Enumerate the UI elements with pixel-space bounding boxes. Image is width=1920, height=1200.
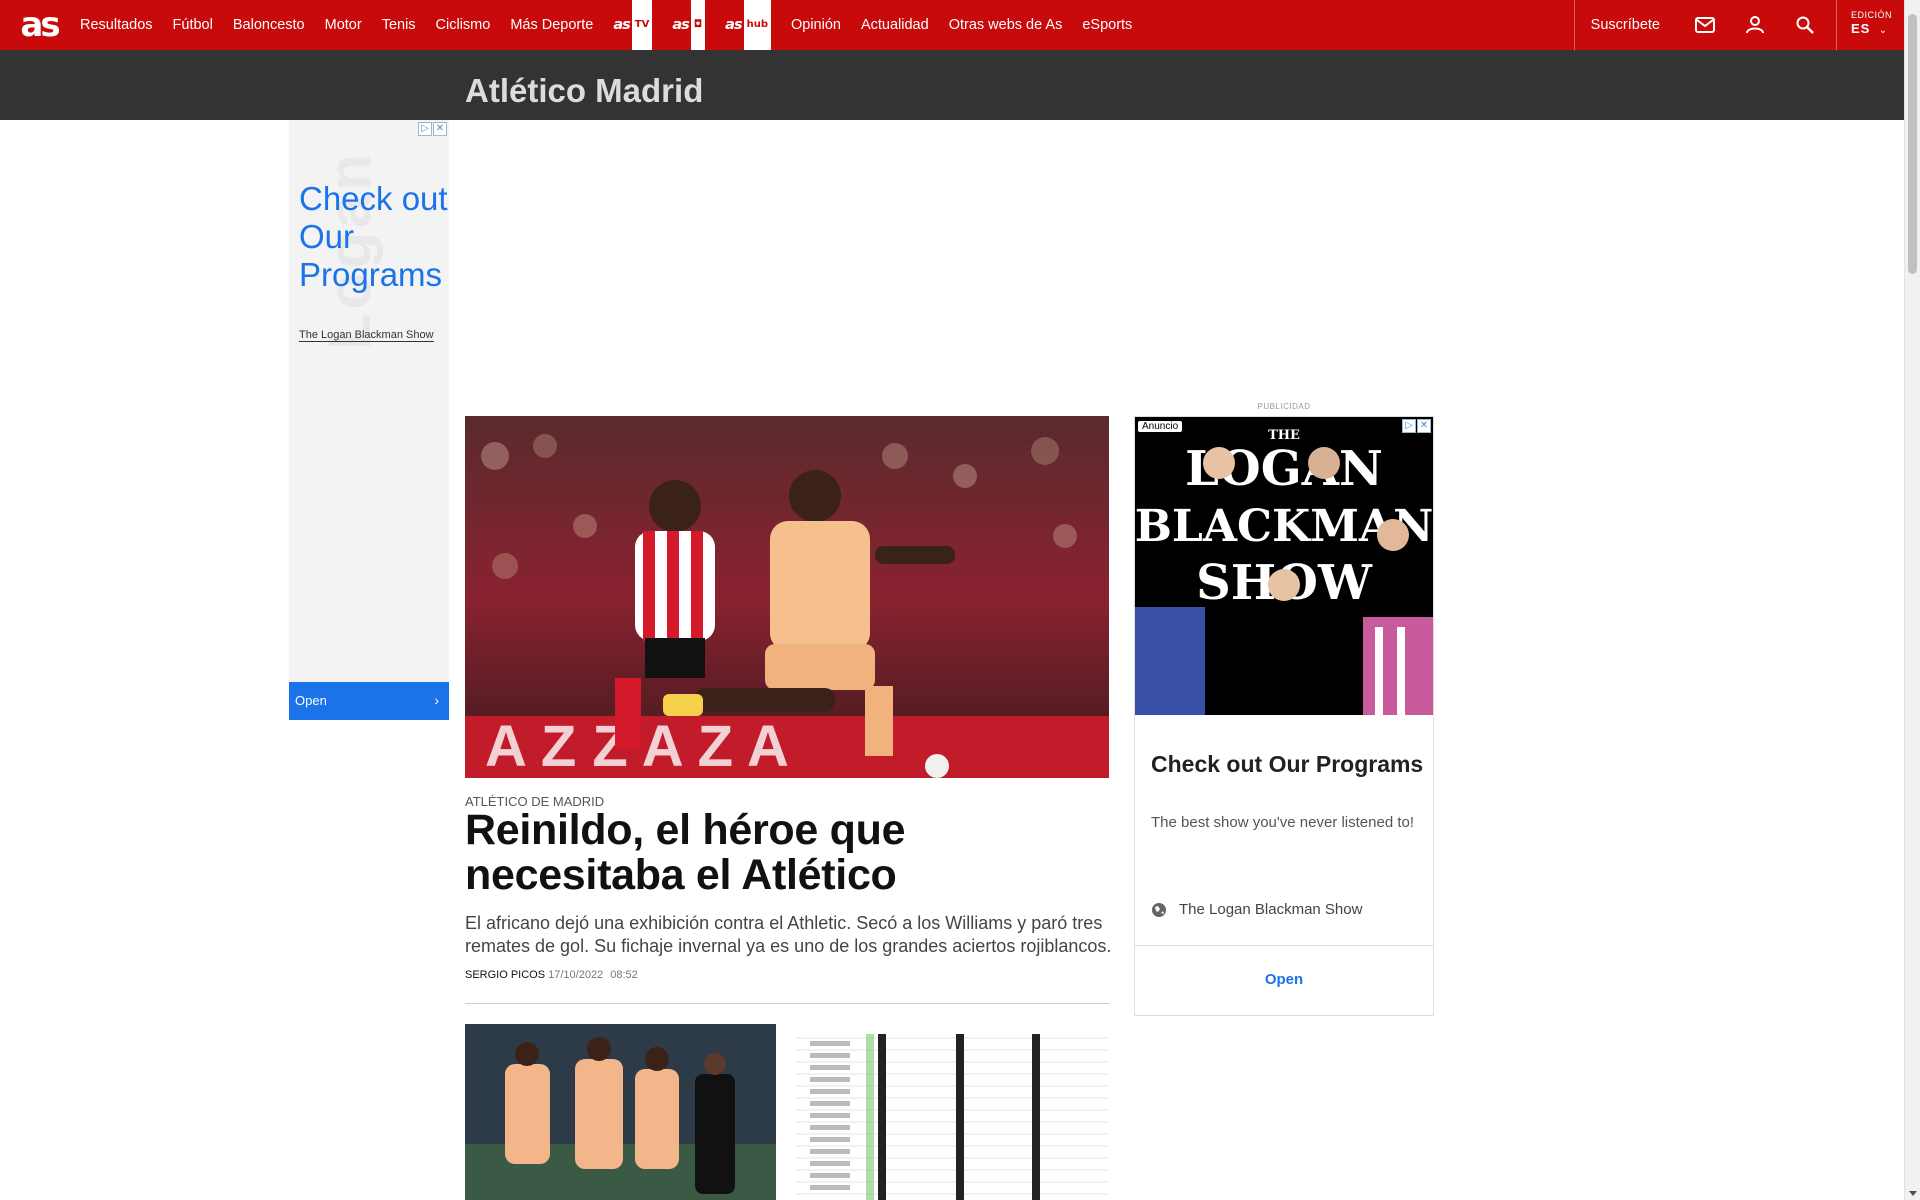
- edition-selector[interactable]: EDICIÓN ES ⌄: [1836, 0, 1904, 50]
- as-tv-tag: TV: [631, 0, 653, 51]
- article-time: 08:52: [610, 969, 638, 981]
- as-hub-text: as: [725, 17, 742, 33]
- article-headline[interactable]: Reinildo, el héroe que necesitaba el Atl…: [465, 808, 1115, 898]
- chevron-down-icon: ⌄: [1878, 25, 1888, 36]
- nav-link-baloncesto[interactable]: Baloncesto: [223, 0, 315, 50]
- ad-open-button[interactable]: Open ›: [289, 682, 449, 720]
- camera-icon: ◘: [690, 0, 706, 51]
- ad-description: The best show you've never listened to!: [1151, 814, 1415, 831]
- page-title: Atlético Madrid: [465, 72, 704, 109]
- edition-value: ES: [1851, 21, 1871, 36]
- nav-link-otras-webs[interactable]: Otras webs de As: [939, 0, 1073, 50]
- mail-icon: [1695, 17, 1715, 33]
- nav-links: Resultados Fútbol Baloncesto Motor Tenis…: [70, 0, 1142, 51]
- subscribe-button[interactable]: Suscríbete: [1573, 0, 1680, 50]
- adchoices-icon[interactable]: ▷: [418, 122, 432, 136]
- related-article-thumbnail[interactable]: [465, 1024, 776, 1200]
- article-summary: El africano dejó una exhibición contra e…: [465, 913, 1112, 956]
- vertical-scrollbar[interactable]: [1904, 0, 1920, 1200]
- ad-choices[interactable]: ▷ ✕: [1402, 419, 1431, 433]
- nav-link-actualidad[interactable]: Actualidad: [851, 0, 939, 50]
- close-icon[interactable]: ✕: [1417, 419, 1431, 433]
- nav-link-mas-deporte[interactable]: Más Deporte: [500, 0, 603, 50]
- nav-link-tenis[interactable]: Tenis: [372, 0, 426, 50]
- as-photo-logo[interactable]: as ◘: [662, 0, 715, 51]
- article-hero-image[interactable]: A Z Z A Z A: [465, 416, 1109, 778]
- nav-link-opinion[interactable]: Opinión: [781, 0, 851, 50]
- as-tv-logo[interactable]: as TV: [603, 0, 662, 51]
- nav-link-motor[interactable]: Motor: [315, 0, 372, 50]
- as-hub-tag: hub: [743, 0, 771, 51]
- nav-link-ciclismo[interactable]: Ciclismo: [426, 0, 501, 50]
- edition-label: EDICIÓN: [1851, 10, 1893, 20]
- close-icon[interactable]: ✕: [433, 122, 447, 136]
- ad-headline: Check out Our Programs: [299, 180, 448, 293]
- search-button[interactable]: [1780, 0, 1830, 50]
- account-button[interactable]: [1730, 0, 1780, 50]
- nav-link-esports[interactable]: eSports: [1072, 0, 1142, 50]
- nav-link-futbol[interactable]: Fútbol: [163, 0, 223, 50]
- players-celebration-photo: [465, 1024, 776, 1200]
- football-match-photo: A Z Z A Z A: [465, 416, 1109, 778]
- ad-advertiser-row[interactable]: The Logan Blackman Show: [1151, 901, 1362, 918]
- as-photo-text: as: [672, 17, 689, 33]
- ad-badge: Anuncio: [1138, 421, 1183, 432]
- divider: [465, 1003, 1110, 1004]
- scroll-down-arrow-icon[interactable]: [1909, 1191, 1917, 1196]
- right-ad[interactable]: Anuncio ▷ ✕ THE LOGAN BLACKMAN SHOW Chec…: [1134, 416, 1434, 1016]
- ad-open-label: Open: [295, 693, 327, 708]
- globe-icon: [1152, 902, 1166, 917]
- nav-link-resultados[interactable]: Resultados: [70, 0, 163, 50]
- article-date: 17/10/2022: [548, 969, 604, 981]
- ad-open-button[interactable]: Open: [1135, 971, 1433, 988]
- article-byline: SERGIO PICOS 17/10/2022 08:52: [465, 969, 638, 981]
- article-author[interactable]: SERGIO PICOS: [465, 969, 545, 981]
- top-banner-ad-slot: [465, 120, 1435, 400]
- related-article-thumbnail-table[interactable]: [796, 1024, 1107, 1200]
- left-skyscraper-ad[interactable]: Logan ▷ ✕ Check out Our Programs The Log…: [289, 120, 449, 720]
- ad-advertiser: The Logan Blackman Show: [1179, 901, 1363, 918]
- scrollbar-thumb[interactable]: [1908, 14, 1917, 274]
- ad-choices[interactable]: ▷ ✕: [418, 122, 447, 136]
- as-hub-logo[interactable]: as hub: [715, 0, 781, 51]
- top-navigation-bar: as Resultados Fútbol Baloncesto Motor Te…: [0, 0, 1904, 51]
- as-logo[interactable]: as: [8, 0, 70, 50]
- ad-artwork[interactable]: Anuncio ▷ ✕ THE LOGAN BLACKMAN SHOW: [1135, 417, 1433, 715]
- section-header: Atlético Madrid: [0, 50, 1904, 120]
- search-icon: [1796, 16, 1814, 34]
- ad-label: PUBLICIDAD: [1257, 402, 1311, 411]
- show-artwork: THE LOGAN BLACKMAN SHOW: [1135, 417, 1433, 715]
- ad-advertiser[interactable]: The Logan Blackman Show: [299, 329, 434, 342]
- newsletter-button[interactable]: [1680, 0, 1730, 50]
- league-table-image: [796, 1024, 1107, 1200]
- as-tv-text: as: [613, 17, 630, 33]
- nav-actions: Suscríbete EDICIÓN ES ⌄: [1573, 0, 1904, 50]
- chevron-right-icon: ›: [434, 692, 439, 708]
- user-icon: [1746, 16, 1764, 34]
- ad-title[interactable]: Check out Our Programs: [1151, 751, 1423, 778]
- ad-divider: [1135, 945, 1433, 946]
- adchoices-icon[interactable]: ▷: [1402, 419, 1416, 433]
